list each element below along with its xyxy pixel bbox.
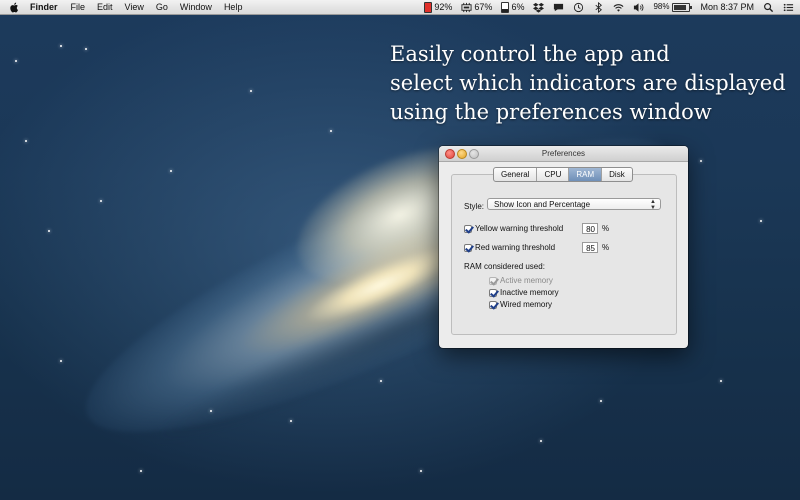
dropbox-icon[interactable]	[533, 2, 545, 13]
spotlight-search-icon[interactable]	[763, 2, 774, 13]
star	[700, 160, 702, 162]
caption-line-1: Easily control the app and	[390, 42, 670, 66]
star	[60, 45, 62, 47]
ram-considered-used-label: RAM considered used:	[464, 262, 545, 271]
menu-file[interactable]: File	[71, 0, 86, 14]
tab-disk[interactable]: Disk	[602, 168, 632, 181]
tab-ram[interactable]: RAM	[569, 168, 603, 181]
star	[170, 170, 172, 172]
red-threshold-input[interactable]: 85	[582, 242, 598, 253]
memory-chip-icon	[461, 2, 472, 12]
yellow-percent-label: %	[602, 224, 610, 233]
notification-center-icon[interactable]	[783, 2, 794, 13]
wifi-icon[interactable]	[613, 2, 624, 13]
wired-memory-label: Wired memory	[500, 300, 553, 309]
caption-line-2: select which indicators are displayed	[390, 71, 786, 95]
star	[210, 410, 212, 412]
battery-status[interactable]: 98%	[653, 0, 693, 14]
menu-window[interactable]: Window	[180, 0, 212, 14]
star	[420, 470, 422, 472]
yellow-warning-label: Yellow warning threshold	[475, 224, 564, 233]
menu-edit[interactable]: Edit	[97, 0, 113, 14]
active-memory-checkbox	[489, 277, 497, 285]
status-indicator-ram-value: 67%	[474, 2, 493, 12]
star	[100, 200, 102, 202]
menu-bar: Finder File Edit View Go Window Help 92%…	[0, 0, 800, 15]
red-warning-label: Red warning threshold	[475, 243, 556, 252]
volume-icon[interactable]	[633, 2, 644, 13]
caption-line-3: using the preferences window	[390, 100, 712, 124]
time-machine-icon[interactable]	[573, 2, 584, 13]
style-select-value: Show Icon and Percentage	[494, 200, 591, 209]
inactive-memory-label: Inactive memory	[500, 288, 559, 297]
preferences-window: Preferences General CPU RAM Disk Style: …	[439, 146, 688, 348]
level-icon	[501, 1, 510, 13]
status-indicator-ram[interactable]: 67%	[461, 0, 492, 14]
star	[380, 380, 382, 382]
window-title: Preferences	[541, 149, 586, 158]
status-indicator-disk-value: 6%	[511, 2, 525, 12]
red-warning-checkbox[interactable]	[464, 244, 472, 252]
promo-caption: Easily control the app and select which …	[390, 40, 790, 127]
star	[290, 420, 292, 422]
star	[60, 360, 62, 362]
star	[720, 380, 722, 382]
wired-memory-checkbox[interactable]	[489, 301, 497, 309]
yellow-threshold-input[interactable]: 80	[582, 223, 598, 234]
status-indicator-red[interactable]: 92%	[424, 0, 452, 14]
menu-app-finder[interactable]: Finder	[30, 0, 58, 14]
tab-cpu[interactable]: CPU	[537, 168, 570, 181]
window-titlebar[interactable]: Preferences	[439, 146, 688, 162]
clock[interactable]: Mon 8:37 PM	[700, 0, 754, 14]
status-indicator-disk[interactable]: 6%	[501, 0, 524, 14]
apple-icon[interactable]	[8, 2, 20, 13]
menu-view[interactable]: View	[125, 0, 144, 14]
star	[25, 140, 27, 142]
style-select[interactable]: Show Icon and Percentage ▲ ▼	[487, 198, 661, 211]
menu-go[interactable]: Go	[156, 0, 168, 14]
star	[760, 220, 762, 222]
tab-general[interactable]: General	[494, 168, 538, 181]
star	[600, 400, 602, 402]
updown-arrows-icon: ▲ ▼	[650, 199, 656, 211]
level-icon	[424, 1, 433, 13]
messages-icon[interactable]	[553, 2, 564, 13]
battery-percent: 98%	[653, 2, 670, 11]
tab-bar: General CPU RAM Disk	[493, 167, 633, 182]
battery-icon	[672, 2, 693, 12]
style-label: Style:	[464, 202, 485, 211]
menu-help[interactable]: Help	[224, 0, 243, 14]
bluetooth-icon[interactable]	[593, 1, 604, 13]
star	[140, 470, 142, 472]
red-percent-label: %	[602, 243, 610, 252]
star	[540, 440, 542, 442]
active-memory-label: Active memory	[500, 276, 553, 285]
star	[250, 90, 252, 92]
inactive-memory-checkbox[interactable]	[489, 289, 497, 297]
star	[48, 230, 50, 232]
star	[85, 48, 87, 50]
status-indicator-red-value: 92%	[434, 2, 453, 12]
yellow-warning-checkbox[interactable]	[464, 225, 472, 233]
star	[15, 60, 17, 62]
star	[330, 130, 332, 132]
